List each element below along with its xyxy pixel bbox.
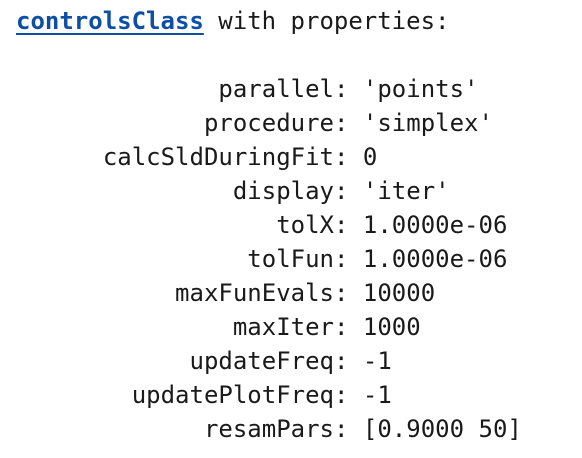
property-separator: :	[334, 75, 363, 103]
property-key: tolFun	[247, 245, 334, 273]
property-value: 10000	[362, 279, 436, 307]
property-row-display: display: 'iter'	[0, 174, 582, 208]
property-key: tolX	[276, 211, 334, 239]
property-value: 1000	[362, 313, 421, 341]
property-separator: :	[334, 245, 363, 273]
property-key: display	[232, 177, 334, 205]
property-value: 'simplex'	[362, 109, 493, 137]
object-display-header: controlsClass with properties:	[16, 4, 449, 38]
property-value: [0.9000 50]	[362, 415, 522, 443]
property-key: updatePlotFreq	[131, 381, 334, 409]
property-row-tolx: tolX: 1.0000e-06	[0, 208, 582, 242]
property-key: resamPars	[203, 415, 334, 443]
property-row-parallel: parallel: 'points'	[0, 72, 582, 106]
property-list: parallel: 'points' procedure: 'simplex' …	[0, 72, 582, 446]
property-separator: :	[334, 313, 363, 341]
property-separator: :	[334, 143, 363, 171]
property-key: maxIter	[232, 313, 334, 341]
property-value: 1.0000e-06	[362, 211, 508, 239]
property-row-tolfun: tolFun: 1.0000e-06	[0, 242, 582, 276]
property-key: calcSldDuringFit	[102, 143, 334, 171]
property-key: updateFreq	[189, 347, 335, 375]
property-row-resampars: resamPars: [0.9000 50]	[0, 412, 582, 446]
property-row-maxfunevals: maxFunEvals: 10000	[0, 276, 582, 310]
property-value: -1	[362, 381, 392, 409]
property-value: 'iter'	[362, 177, 450, 205]
property-value: 'points'	[362, 75, 479, 103]
property-value: 0	[362, 143, 378, 171]
property-row-updateplotfreq: updatePlotFreq: -1	[0, 378, 582, 412]
property-separator: :	[334, 347, 363, 375]
property-separator: :	[334, 279, 363, 307]
property-separator: :	[334, 415, 363, 443]
property-key: maxFunEvals	[175, 279, 334, 307]
class-name-link[interactable]: controlsClass	[16, 7, 204, 35]
property-key: parallel	[218, 75, 334, 103]
property-value: 1.0000e-06	[362, 245, 508, 273]
property-key: procedure	[203, 109, 334, 137]
property-row-procedure: procedure: 'simplex'	[0, 106, 582, 140]
property-separator: :	[334, 177, 363, 205]
property-separator: :	[334, 109, 363, 137]
header-suffix-text: with properties:	[203, 7, 450, 35]
property-value: -1	[362, 347, 392, 375]
property-row-calcsldduringfit: calcSldDuringFit: 0	[0, 140, 582, 174]
property-separator: :	[334, 211, 363, 239]
property-row-updatefreq: updateFreq: -1	[0, 344, 582, 378]
property-separator: :	[334, 381, 363, 409]
property-row-maxiter: maxIter: 1000	[0, 310, 582, 344]
